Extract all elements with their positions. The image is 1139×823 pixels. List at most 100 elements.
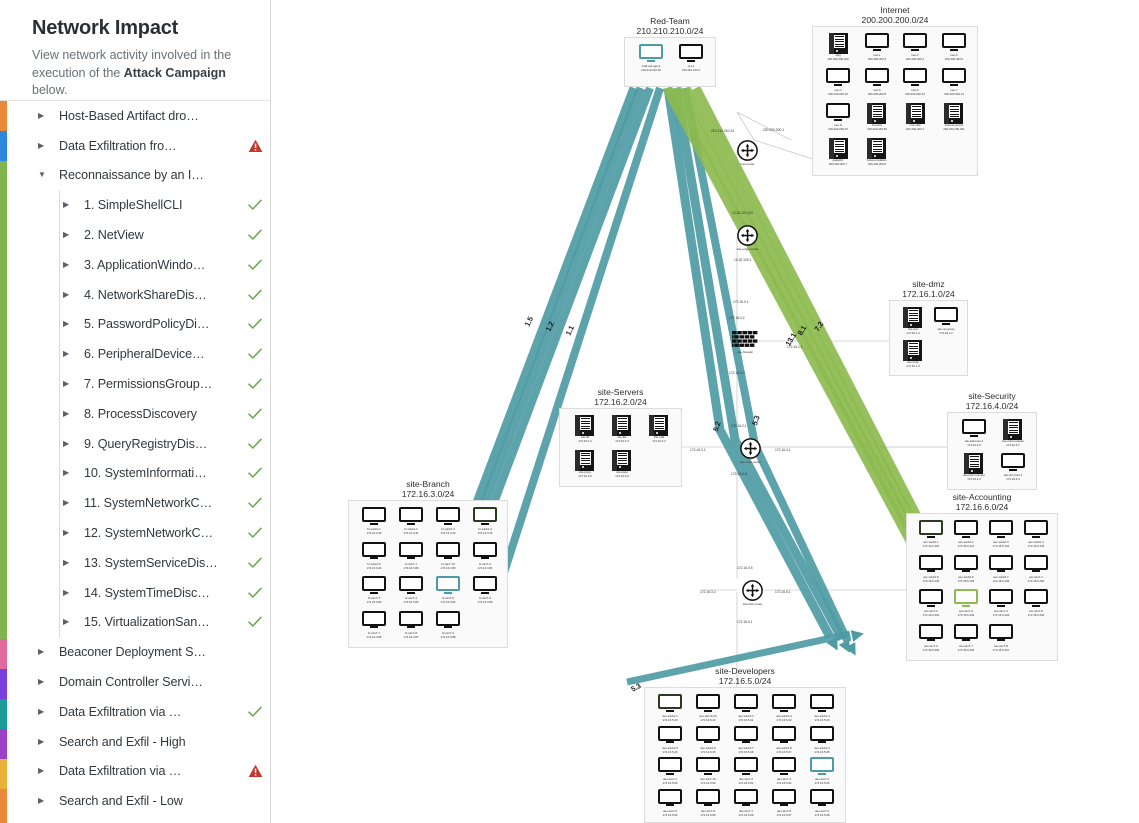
network-node[interactable]: site-onion-sensor 172.16.4.3 bbox=[957, 453, 991, 481]
network-node[interactable]: pastebin 200.200.200.7 bbox=[821, 138, 855, 166]
attack-flow-teal[interactable] bbox=[496, 86, 664, 587]
network-node[interactable]: internet-server 200.200.200.201 bbox=[937, 103, 971, 131]
chevron-right-icon[interactable] bbox=[63, 350, 75, 358]
tree-row[interactable]: Reconnaissance by an I… bbox=[7, 161, 270, 191]
network-node[interactable]: acc-win7-1 172.16.6.200 bbox=[1019, 554, 1053, 583]
tree-row[interactable]: Search and Exfil - Low bbox=[7, 786, 270, 816]
network-node[interactable]: dev-win10-10 172.16.5.29 bbox=[691, 694, 725, 722]
cluster-red-team[interactable]: Red-Team 210.210.210.0/24 craft-red-agent 2… bbox=[624, 16, 716, 87]
network-node[interactable]: dev-win7-10 172.16.5.69 bbox=[691, 757, 725, 785]
network-node[interactable]: dev-win7-6 172.16.5.65 bbox=[691, 788, 725, 817]
network-node[interactable]: br-win7-5 172.16.3.84 bbox=[431, 576, 465, 604]
network-node[interactable]: site-db 172.16.2.4 bbox=[568, 415, 602, 443]
network-node[interactable]: acc-win10-3 172.16.6.122 bbox=[984, 520, 1018, 548]
network-node[interactable]: dev-win10-9 172.16.5.28 bbox=[805, 725, 839, 754]
network-node[interactable]: br-win10-4 172.16.3.43 bbox=[468, 507, 502, 535]
cluster-site-servers[interactable]: site-Servers 172.16.2.0/24 site-db 172.16.2… bbox=[559, 387, 682, 487]
tree-row[interactable]: 6. PeripheralDevice… bbox=[7, 339, 270, 369]
network-node[interactable]: dev-win7-7 172.16.5.66 bbox=[729, 788, 763, 817]
network-node[interactable]: dev-win7-8 172.16.5.67 bbox=[767, 788, 801, 817]
cluster-site-developers[interactable]: site-Developers 172.16.5.0/24 dev-win10-1 1… bbox=[644, 666, 846, 823]
network-node[interactable]: site-smtp 172.16.1.3 bbox=[896, 340, 930, 368]
cluster-internet[interactable]: Internet 200.200.200.0/24 ntpg 200.200.200.… bbox=[812, 5, 978, 176]
chevron-right-icon[interactable] bbox=[63, 201, 75, 209]
network-node[interactable]: acc-win7-3 172.16.6.202 bbox=[949, 589, 983, 617]
network-node[interactable]: acc-win7-4 172.16.6.203 bbox=[984, 589, 1018, 617]
network-node[interactable]: acc-win7-7 172.16.6.206 bbox=[949, 623, 983, 652]
tree-row[interactable]: Data Exfiltration fro… bbox=[7, 131, 270, 161]
network-node[interactable]: dev-win10-4 172.16.5.23 bbox=[805, 694, 839, 722]
tree-row[interactable]: 3. ApplicationWindo… bbox=[7, 250, 270, 280]
chevron-right-icon[interactable] bbox=[38, 708, 50, 716]
network-node[interactable]: red-1 210.210.210.2 bbox=[674, 44, 708, 72]
chevron-right-icon[interactable] bbox=[63, 320, 75, 328]
network-node[interactable]: br-win7-3 172.16.3.82 bbox=[357, 576, 391, 604]
chevron-right-icon[interactable] bbox=[63, 469, 75, 477]
tree-row[interactable]: 2. NetView bbox=[7, 220, 270, 250]
network-node[interactable]: site-win-hunt-1 172.16.4.4 bbox=[996, 453, 1030, 481]
network-node[interactable]: acc-win10-2 172.16.6.121 bbox=[949, 520, 983, 548]
network-node[interactable]: acc-win7-5 172.16.6.204 bbox=[1019, 589, 1053, 617]
cluster-site-security[interactable]: site-Security 172.16.4.0/24 site-kali-hunt… bbox=[947, 391, 1037, 490]
tree-row[interactable]: 9. QueryRegistryDis… bbox=[7, 429, 270, 459]
tree-row[interactable]: Host-Based Artifact dro… bbox=[7, 101, 270, 131]
network-node[interactable]: acc-win10-7 172.16.6.126 bbox=[984, 554, 1018, 583]
network-node[interactable]: br-win7-9 172.16.3.88 bbox=[431, 610, 465, 639]
network-node[interactable]: inet-2 200.200.200.4 bbox=[898, 33, 932, 61]
network-node[interactable]: site-dns 172.16.1.4 bbox=[896, 307, 930, 335]
network-node[interactable]: inet-1 200.200.200.3 bbox=[860, 33, 894, 61]
network-graph-canvas[interactable]: Red-Team 210.210.210.0/24 craft-red-agent 2… bbox=[271, 0, 1139, 823]
network-node[interactable]: site-kali-hunt-1 172.16.4.5 bbox=[957, 419, 991, 447]
network-node[interactable]: inet-7 200.200.200.14 bbox=[937, 68, 971, 96]
network-node[interactable]: acc-win10-5 172.16.6.124 bbox=[914, 554, 948, 583]
tree-row[interactable]: 14. SystemTimeDisc… bbox=[7, 578, 270, 608]
chevron-right-icon[interactable] bbox=[63, 499, 75, 507]
network-node[interactable]: dev-win7-4 172.16.5.63 bbox=[805, 757, 839, 785]
network-node[interactable]: br-win10-3 172.16.3.42 bbox=[431, 507, 465, 535]
chevron-right-icon[interactable] bbox=[63, 410, 75, 418]
network-node[interactable]: dev-win10-7 172.16.5.26 bbox=[729, 725, 763, 754]
network-node[interactable]: inet-3 200.200.200.6 bbox=[937, 33, 971, 61]
chevron-right-icon[interactable] bbox=[38, 678, 50, 686]
network-node[interactable]: dev-win7-5 172.16.5.64 bbox=[653, 788, 687, 817]
cluster-site-accounting[interactable]: site-Accounting 172.16.6.0/24 acc-win10-1 1… bbox=[906, 492, 1058, 661]
chevron-right-icon[interactable] bbox=[63, 231, 75, 239]
tree-row[interactable]: 5. PasswordPolicyDi… bbox=[7, 310, 270, 340]
chevron-right-icon[interactable] bbox=[38, 738, 50, 746]
network-node[interactable]: site-proxy 172.16.2.5 bbox=[568, 449, 602, 478]
cluster-site-dmz[interactable]: site-dmz 172.16.1.0/24 site-dns 172.16.1.4 s… bbox=[889, 279, 968, 376]
chevron-right-icon[interactable] bbox=[38, 112, 50, 120]
network-node[interactable]: br-win7-10 172.16.3.89 bbox=[431, 541, 465, 570]
tree-row[interactable]: Data Exfiltration via … bbox=[7, 757, 270, 787]
tree-row[interactable]: Beaconer Deployment S… bbox=[7, 637, 270, 667]
network-node[interactable]: br-win10-2 172.16.3.41 bbox=[394, 507, 428, 535]
network-node[interactable]: inet-5 200.200.200.8 bbox=[860, 68, 894, 96]
network-node[interactable]: dev-win10-1 172.16.5.20 bbox=[653, 694, 687, 722]
tree-row[interactable]: 10. SystemInformati… bbox=[7, 459, 270, 489]
router-node[interactable]: site-core-router bbox=[740, 438, 761, 464]
network-node[interactable]: br-win7-6 172.16.3.85 bbox=[468, 576, 502, 604]
chevron-right-icon[interactable] bbox=[38, 797, 50, 805]
network-node[interactable]: inet-dns 200.200.200.50 bbox=[860, 103, 894, 131]
network-node[interactable]: br-win10-1 172.16.3.40 bbox=[357, 507, 391, 535]
router-node[interactable]: inet-router bbox=[737, 140, 758, 166]
network-node[interactable]: dev-win10-8 172.16.5.27 bbox=[767, 725, 801, 754]
network-node[interactable]: site-mail 172.16.2.2 bbox=[642, 415, 676, 443]
network-node[interactable]: inet-8 200.200.200.16 bbox=[821, 103, 855, 131]
network-node[interactable]: dev-win10-3 172.16.5.22 bbox=[767, 694, 801, 722]
network-node[interactable]: site-file 172.16.2.3 bbox=[605, 415, 639, 443]
network-node[interactable]: br-win7-8 172.16.3.87 bbox=[394, 610, 428, 639]
network-node[interactable]: br-win7-1 172.16.3.80 bbox=[394, 541, 428, 570]
network-node[interactable]: acc-win10-4 172.16.6.123 bbox=[1019, 520, 1053, 548]
network-node[interactable]: inet-4 200.200.200.10 bbox=[821, 68, 855, 96]
cluster-site-branch[interactable]: site-Branch 172.16.3.0/24 br-win10-1 172.16… bbox=[348, 479, 508, 648]
tree-row[interactable]: Domain Controller Servi… bbox=[7, 667, 270, 697]
network-node[interactable]: dev-win7-3 172.16.5.62 bbox=[767, 757, 801, 785]
chevron-right-icon[interactable] bbox=[38, 142, 50, 150]
network-node[interactable]: acc-win10-6 172.16.6.125 bbox=[949, 554, 983, 583]
network-node[interactable]: acc-win7-8 172.16.6.207 bbox=[984, 623, 1018, 652]
network-node[interactable]: site-rev-proxy 172.16.1.2 bbox=[929, 307, 963, 335]
tree-row[interactable]: Data Exfiltration via … bbox=[7, 697, 270, 727]
network-node[interactable]: ntpg 200.200.200.200 bbox=[821, 33, 855, 61]
network-node[interactable]: dev-win7-1 172.16.5.60 bbox=[653, 757, 687, 785]
